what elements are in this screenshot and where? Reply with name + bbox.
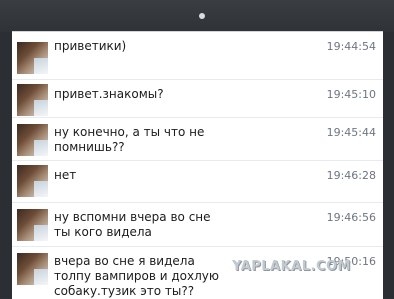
user-avatar[interactable]	[17, 209, 48, 241]
message-text: привет.знакомы?	[54, 87, 164, 101]
site-watermark: YAPLAKAL.COM	[232, 259, 351, 274]
message-timestamp: 19:46:56	[326, 211, 376, 224]
message-text: нет	[54, 168, 77, 182]
message-timestamp: 19:46:28	[326, 169, 376, 182]
message-text: приветики)	[54, 39, 127, 53]
message-text: ну конечно, а ты что не помнишь??	[54, 125, 205, 154]
message-timestamp: 19:45:10	[326, 88, 376, 101]
message-row: нет 19:46:28	[12, 161, 383, 203]
user-avatar[interactable]	[17, 84, 48, 116]
left-border	[0, 32, 12, 298]
message-row: привет.знакомы? 19:45:10	[12, 80, 383, 118]
message-timestamp: 19:44:54	[326, 40, 376, 53]
right-border	[383, 32, 394, 298]
user-avatar[interactable]	[17, 253, 48, 285]
message-text: вчера во сне я видела толпу вампиров и д…	[54, 254, 219, 298]
message-timestamp: 19:45:44	[326, 126, 376, 139]
message-row: ну вспомни вчера во сне ты кого видела 1…	[12, 203, 383, 247]
user-avatar[interactable]	[17, 42, 48, 74]
page-indicator-dot	[199, 13, 205, 19]
user-avatar[interactable]	[17, 124, 48, 156]
message-row: приветики) 19:44:54	[12, 32, 383, 80]
message-text: ну вспомни вчера во сне ты кого видела	[54, 210, 211, 239]
window-top-bar	[0, 0, 394, 32]
message-row: ну конечно, а ты что не помнишь?? 19:45:…	[12, 118, 383, 161]
user-avatar[interactable]	[17, 165, 48, 197]
